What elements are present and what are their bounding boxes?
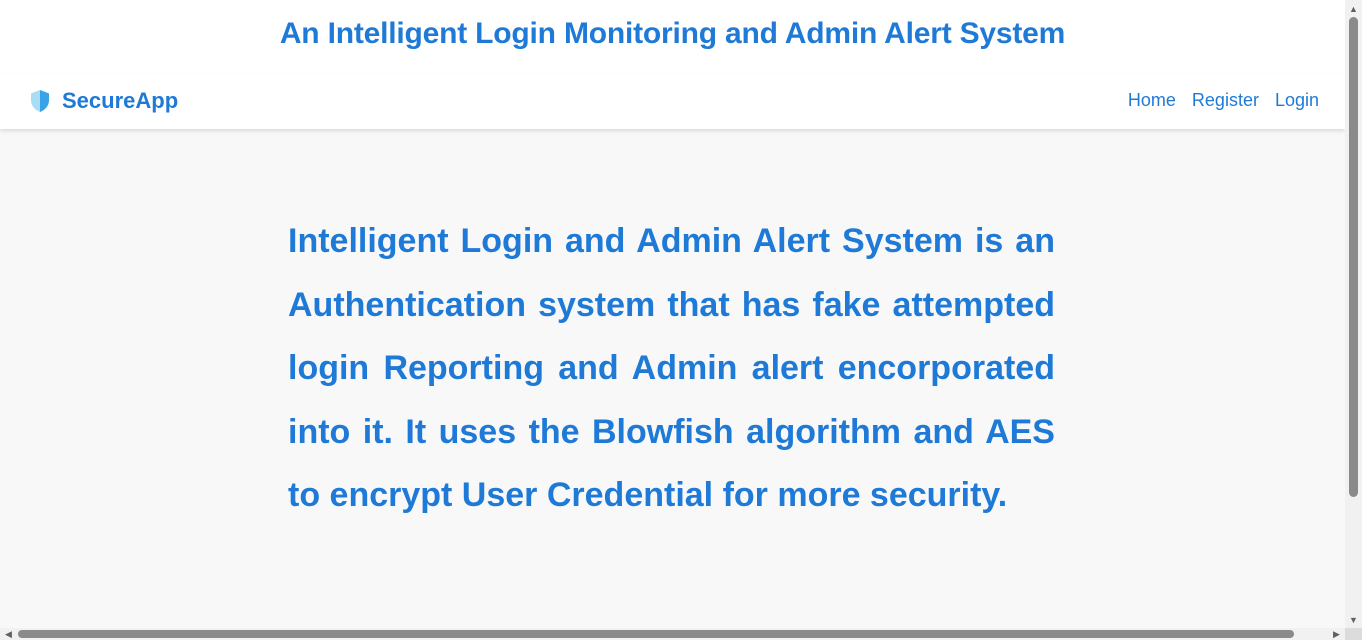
- page-title: An Intelligent Login Monitoring and Admi…: [279, 17, 1066, 50]
- scroll-up-arrow-icon[interactable]: ▲: [1345, 0, 1362, 17]
- brand-link[interactable]: SecureApp: [30, 88, 178, 114]
- nav-link-home[interactable]: Home: [1128, 90, 1176, 111]
- nav-link-register[interactable]: Register: [1192, 90, 1259, 111]
- horizontal-scroll-thumb[interactable]: [18, 630, 1294, 638]
- scroll-down-arrow-icon[interactable]: ▼: [1345, 611, 1362, 628]
- scroll-right-arrow-icon[interactable]: ▶: [1328, 628, 1345, 640]
- navbar: SecureApp Home Register Login: [0, 74, 1345, 129]
- shield-icon: [30, 89, 50, 113]
- nav-link-login[interactable]: Login: [1275, 90, 1319, 111]
- nav-links: Home Register Login: [1112, 90, 1319, 111]
- page-viewport: An Intelligent Login Monitoring and Admi…: [0, 0, 1345, 628]
- horizontal-scrollbar[interactable]: ◀ ▶: [0, 628, 1345, 640]
- brand-name: SecureApp: [62, 88, 179, 113]
- scrollbar-corner: [1345, 628, 1362, 640]
- title-banner: An Intelligent Login Monitoring and Admi…: [0, 0, 1345, 74]
- vertical-scrollbar[interactable]: ▲ ▼: [1345, 0, 1362, 628]
- scroll-left-arrow-icon[interactable]: ◀: [0, 628, 17, 640]
- system-description: Intelligent Login and Admin Alert System…: [288, 222, 1055, 514]
- vertical-scroll-thumb[interactable]: [1349, 17, 1358, 497]
